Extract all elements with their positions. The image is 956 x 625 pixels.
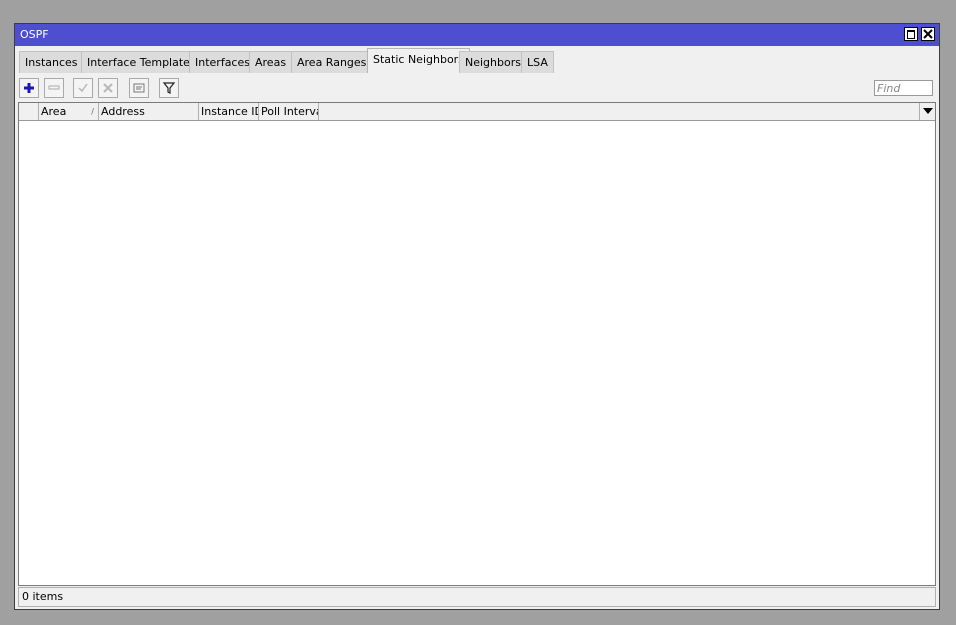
maximize-button[interactable] [904,27,918,41]
window-title: OSPF [20,28,49,41]
tab-area-ranges[interactable]: Area Ranges [291,51,373,73]
column-header-area-label: Area [41,105,67,118]
status-bar: 0 items [18,587,936,607]
toolbar [18,78,939,100]
tab-interfaces[interactable]: Interfaces [189,51,256,73]
static-neighbors-table: Area / Address Instance ID Poll Interval [18,102,936,586]
disable-icon [103,83,113,93]
column-header-poll-interval[interactable]: Poll Interval [259,103,319,120]
ospf-window: OSPF Instances Interface Templates Inter… [14,23,940,610]
filter-button[interactable] [159,78,179,98]
tab-instances[interactable]: Instances [19,51,84,73]
sort-indicator-icon: / [91,107,94,116]
tab-neighbors[interactable]: Neighbors [459,51,527,73]
chevron-down-icon [923,108,933,114]
title-bar[interactable]: OSPF [15,24,939,46]
column-header-instance-id[interactable]: Instance ID [199,103,259,120]
tab-areas[interactable]: Areas [249,51,293,73]
column-menu-button[interactable] [919,103,935,120]
close-icon [923,29,933,39]
comment-icon [133,83,145,93]
enable-icon [78,83,88,93]
add-icon [24,83,34,93]
comment-button[interactable] [129,78,149,98]
column-header-select[interactable] [19,103,39,120]
table-header: Area / Address Instance ID Poll Interval [19,103,935,121]
remove-icon [48,85,60,90]
disable-button[interactable] [98,78,118,98]
column-header-address[interactable]: Address [99,103,199,120]
find-input[interactable] [874,80,933,96]
close-button[interactable] [921,27,935,41]
filter-icon [162,82,176,94]
tab-lsa[interactable]: LSA [521,51,554,73]
tab-static-neighbors[interactable]: Static Neighbors [367,48,470,73]
enable-button[interactable] [73,78,93,98]
tab-interface-templates[interactable]: Interface Templates [81,51,202,73]
add-button[interactable] [19,78,39,98]
remove-button[interactable] [44,78,64,98]
tab-bar: Instances Interface Templates Interfaces… [19,48,939,73]
column-header-area[interactable]: Area / [39,103,99,120]
